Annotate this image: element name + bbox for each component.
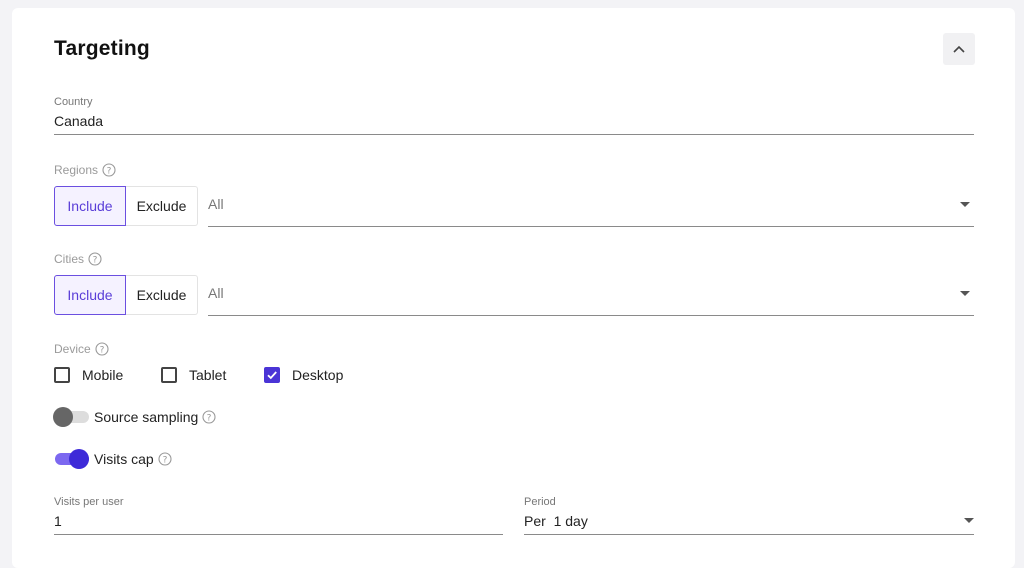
tablet-checkbox-label: Tablet (189, 367, 227, 383)
country-value[interactable]: Canada (54, 113, 103, 129)
help-icon[interactable]: ? (95, 342, 109, 356)
cities-exclude-button[interactable]: Exclude (126, 275, 198, 315)
regions-label-text: Regions (54, 163, 99, 177)
device-label-text: Device (54, 342, 91, 356)
svg-text:?: ? (207, 414, 212, 424)
period-label: Period (524, 496, 556, 508)
checkmark-icon (267, 371, 277, 380)
chevron-up-icon (953, 45, 965, 53)
visits-cap-row: Visits cap ? (53, 449, 172, 469)
country-underline (54, 134, 974, 135)
regions-include-exclude: Include Exclude (54, 186, 198, 226)
visits-cap-label: Visits cap (94, 451, 154, 467)
regions-underline (208, 226, 974, 227)
regions-select-value[interactable]: All (208, 196, 224, 212)
desktop-checkbox[interactable] (264, 367, 280, 383)
regions-exclude-button[interactable]: Exclude (126, 186, 198, 226)
country-label: Country (54, 96, 93, 108)
cities-dropdown-caret-icon[interactable] (960, 291, 970, 296)
device-option-tablet[interactable]: Tablet (161, 367, 226, 383)
svg-text:?: ? (107, 167, 112, 177)
device-label: Device ? (54, 342, 109, 356)
cities-select-value[interactable]: All (208, 285, 224, 301)
targeting-card: Targeting Country Canada Regions ? Inclu… (12, 8, 1015, 568)
help-icon[interactable]: ? (158, 452, 172, 466)
desktop-checkbox-label: Desktop (292, 367, 344, 383)
visits-per-user-label: Visits per user (54, 496, 124, 508)
collapse-button[interactable] (943, 33, 975, 65)
period-underline (524, 534, 974, 535)
source-sampling-label: Source sampling (94, 409, 199, 425)
source-sampling-toggle[interactable] (53, 407, 89, 427)
visits-per-user-input[interactable]: 1 (54, 513, 62, 529)
device-option-desktop[interactable]: Desktop (264, 367, 343, 383)
device-option-mobile[interactable]: Mobile (54, 367, 123, 383)
cities-label: Cities ? (54, 252, 102, 266)
svg-text:?: ? (162, 456, 167, 466)
help-icon[interactable]: ? (102, 163, 116, 177)
regions-label: Regions ? (54, 163, 116, 177)
period-dropdown-caret-icon[interactable] (964, 518, 974, 523)
cities-underline (208, 315, 974, 316)
cities-include-exclude: Include Exclude (54, 275, 198, 315)
section-title: Targeting (54, 37, 150, 60)
regions-include-button[interactable]: Include (54, 186, 126, 226)
svg-text:?: ? (99, 346, 104, 356)
mobile-checkbox[interactable] (54, 367, 70, 383)
visits-per-user-underline (54, 534, 503, 535)
period-select-value[interactable]: Per 1 day (524, 513, 588, 529)
visits-cap-toggle[interactable] (53, 449, 89, 469)
svg-text:?: ? (93, 256, 98, 266)
regions-dropdown-caret-icon[interactable] (960, 202, 970, 207)
help-icon[interactable]: ? (88, 252, 102, 266)
cities-label-text: Cities (54, 252, 85, 266)
tablet-checkbox[interactable] (161, 367, 177, 383)
source-sampling-row: Source sampling ? (53, 407, 216, 427)
help-icon[interactable]: ? (202, 410, 216, 424)
mobile-checkbox-label: Mobile (82, 367, 124, 383)
cities-include-button[interactable]: Include (54, 275, 126, 315)
